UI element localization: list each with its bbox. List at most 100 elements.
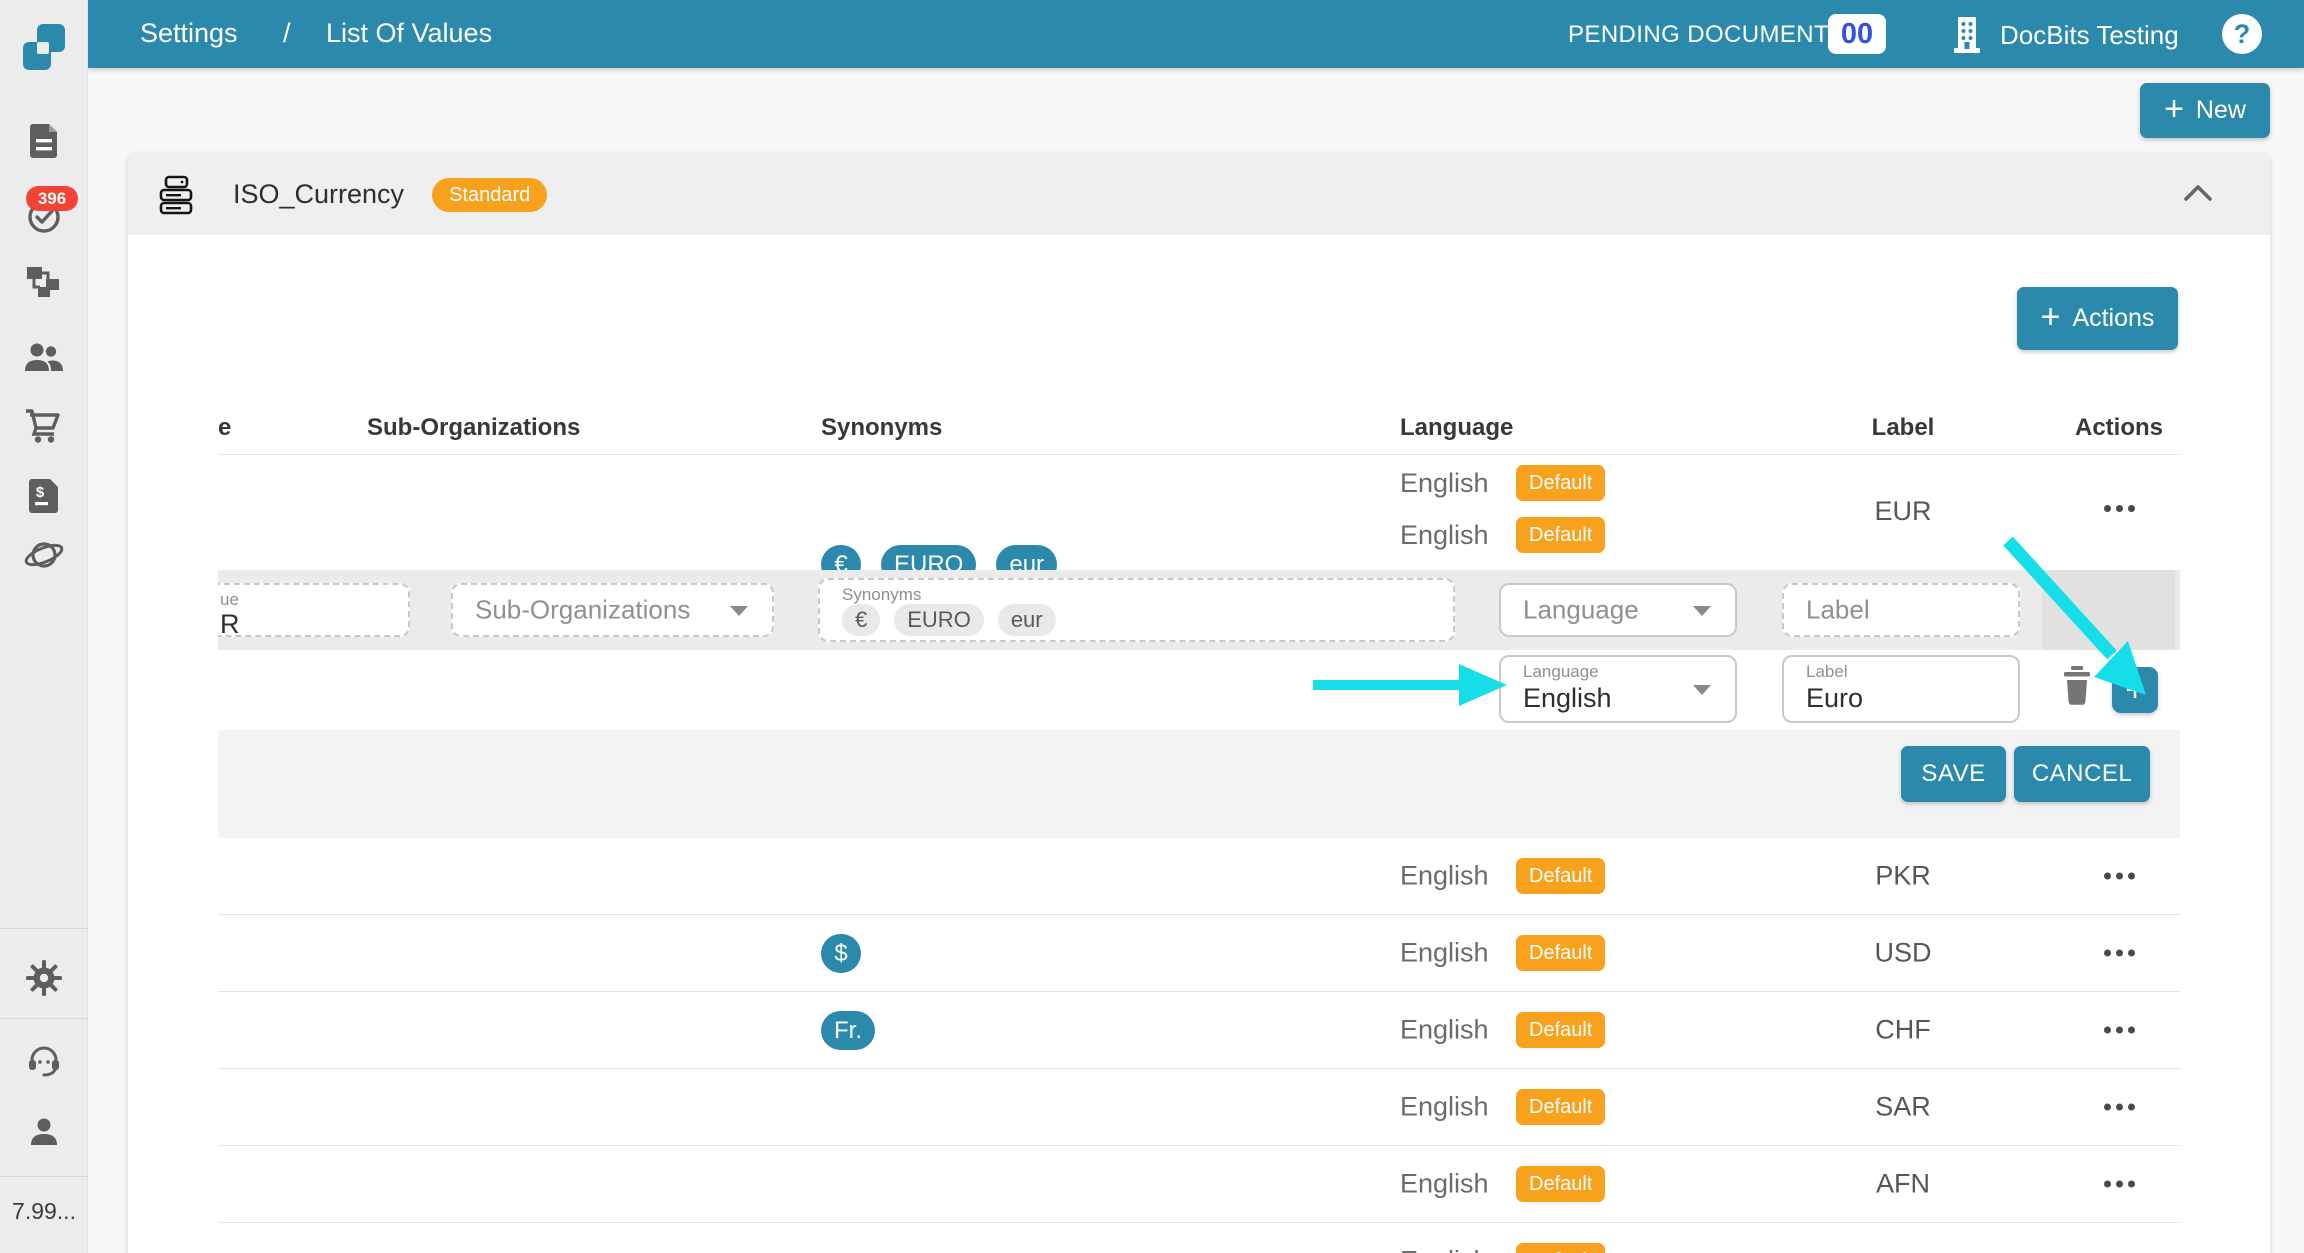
iso-currency-card: ISO_Currency Standard + Actions e Sub-Or… xyxy=(128,154,2270,1253)
svg-text:$: $ xyxy=(36,484,45,501)
default-badge: Default xyxy=(1516,935,1605,971)
add-language-button[interactable]: + xyxy=(2112,667,2158,713)
pending-documents-label: PENDING DOCUMENTS: xyxy=(1568,21,1853,49)
label-input-euro[interactable]: Label Euro xyxy=(1782,655,2020,723)
language-placeholder: Language xyxy=(1523,595,1639,626)
sidebar: 396 xyxy=(0,0,88,1253)
table-row-eur: € EURO eur English Default English Defau… xyxy=(218,455,2180,570)
sidebar-item-profile[interactable] xyxy=(0,1114,88,1150)
sidebar-item-support[interactable] xyxy=(0,1040,88,1080)
organization-icon xyxy=(1950,15,1984,55)
value-input[interactable]: ue R xyxy=(218,583,410,637)
notification-badge: 396 xyxy=(26,186,78,211)
value-input-text: R xyxy=(220,609,240,640)
help-icon[interactable]: ? xyxy=(2222,14,2262,54)
delete-icon[interactable] xyxy=(2060,665,2094,707)
sidebar-item-invoices[interactable]: $ xyxy=(0,477,88,515)
label-field-label: Label xyxy=(1806,662,1848,682)
list-of-values-icon xyxy=(155,174,197,216)
more-actions-icon[interactable] xyxy=(2064,950,2174,957)
default-badge: Default xyxy=(1516,1243,1605,1253)
label-input[interactable]: Label xyxy=(1782,583,2020,637)
value-input-label: ue xyxy=(220,590,239,610)
label-value: SAR xyxy=(1848,1092,1958,1123)
table-row: English Default SAR xyxy=(218,1069,2180,1146)
language-value: English xyxy=(1400,520,1489,551)
synonym-chip: Fr. xyxy=(821,1011,875,1050)
sidebar-item-integrations[interactable] xyxy=(0,536,88,574)
chevron-down-icon xyxy=(1693,685,1711,695)
synonym-chip: € xyxy=(842,604,880,636)
label-value: CHF xyxy=(1848,1015,1958,1046)
sub-organizations-dropdown[interactable]: Sub-Organizations xyxy=(451,583,774,637)
table-row: Fr. English Default CHF xyxy=(218,992,2180,1069)
more-actions-icon[interactable] xyxy=(2064,505,2174,512)
new-button[interactable]: + New xyxy=(2140,83,2270,138)
synonym-chip: $ xyxy=(821,934,861,973)
breadcrumb-current[interactable]: List Of Values xyxy=(326,18,492,49)
chevron-down-icon xyxy=(730,606,748,616)
column-header-value: e xyxy=(218,414,231,442)
sidebar-item-users[interactable] xyxy=(0,340,88,374)
synonym-chips: $ xyxy=(821,915,861,992)
language-value: English xyxy=(1400,1015,1489,1046)
column-header-sub-organizations: Sub-Organizations xyxy=(367,414,580,442)
sidebar-item-workflow[interactable] xyxy=(0,264,88,300)
pending-documents-count: 00 xyxy=(1828,14,1886,54)
new-button-label: New xyxy=(2196,96,2246,125)
synonym-chip: EURO xyxy=(894,604,984,636)
default-badge: Default xyxy=(1516,858,1605,894)
new-language-row: Language English Label Euro + xyxy=(218,650,2180,730)
language-value: English xyxy=(1400,861,1489,892)
actions-button-label: Actions xyxy=(2072,304,2154,333)
language-field-value: English xyxy=(1523,683,1612,714)
language-value: English xyxy=(1400,1169,1489,1200)
save-cancel-band: SAVE CANCEL xyxy=(218,730,2180,838)
more-actions-icon[interactable] xyxy=(2064,1104,2174,1111)
table-row: English Default PKR xyxy=(218,838,2180,915)
card-header[interactable]: ISO_Currency Standard xyxy=(128,154,2270,235)
synonyms-input[interactable]: Synonyms € EURO eur xyxy=(818,578,1455,642)
row-actions-area xyxy=(2042,570,2175,650)
breadcrumb-settings[interactable]: Settings xyxy=(140,18,238,49)
language-value: English xyxy=(1400,938,1489,969)
more-actions-icon[interactable] xyxy=(2064,873,2174,880)
sidebar-divider xyxy=(0,1018,88,1019)
label-value: USD xyxy=(1848,938,1958,969)
synonyms-input-label: Synonyms xyxy=(842,585,921,605)
collapse-icon[interactable] xyxy=(2183,184,2213,202)
default-badge: Default xyxy=(1516,1166,1605,1202)
table-row: English Default AFN xyxy=(218,1146,2180,1223)
sidebar-divider xyxy=(0,928,88,929)
language-value: English xyxy=(1400,1246,1489,1253)
column-header-actions: Actions xyxy=(2064,414,2174,442)
docbits-logo[interactable] xyxy=(0,22,88,72)
column-header-label: Label xyxy=(1848,414,1958,442)
synonym-chips: Fr. xyxy=(821,992,875,1069)
table-row: English Default xyxy=(218,1223,2180,1253)
actions-button[interactable]: + Actions xyxy=(2017,287,2178,350)
top-bar: Settings / List Of Values PENDING DOCUME… xyxy=(88,0,2304,68)
language-value: English xyxy=(1400,468,1489,499)
table-rows: English Default PKR $ English Default US… xyxy=(218,838,2180,1253)
column-header-language: Language xyxy=(1400,414,1513,442)
language-dropdown[interactable]: Language xyxy=(1499,583,1737,637)
chevron-down-icon xyxy=(1693,606,1711,616)
plus-icon: + xyxy=(2041,300,2061,334)
language-field-label: Language xyxy=(1523,662,1599,682)
save-button[interactable]: SAVE xyxy=(1901,746,2006,802)
sidebar-divider xyxy=(0,1176,88,1177)
column-header-synonyms: Synonyms xyxy=(821,414,942,442)
cancel-button[interactable]: CANCEL xyxy=(2014,746,2150,802)
default-badge: Default xyxy=(1516,465,1605,501)
more-actions-icon[interactable] xyxy=(2064,1027,2174,1034)
language-dropdown-english[interactable]: Language English xyxy=(1499,655,1737,723)
label-placeholder: Label xyxy=(1806,595,1870,626)
sidebar-item-settings[interactable] xyxy=(0,958,88,998)
more-actions-icon[interactable] xyxy=(2064,1181,2174,1188)
sidebar-footer-text: 7.99... xyxy=(0,1198,88,1225)
sidebar-item-documents[interactable] xyxy=(0,122,88,160)
default-badge: Default xyxy=(1516,517,1605,553)
organization-name[interactable]: DocBits Testing xyxy=(2000,20,2179,51)
sidebar-item-purchasing[interactable] xyxy=(0,408,88,444)
